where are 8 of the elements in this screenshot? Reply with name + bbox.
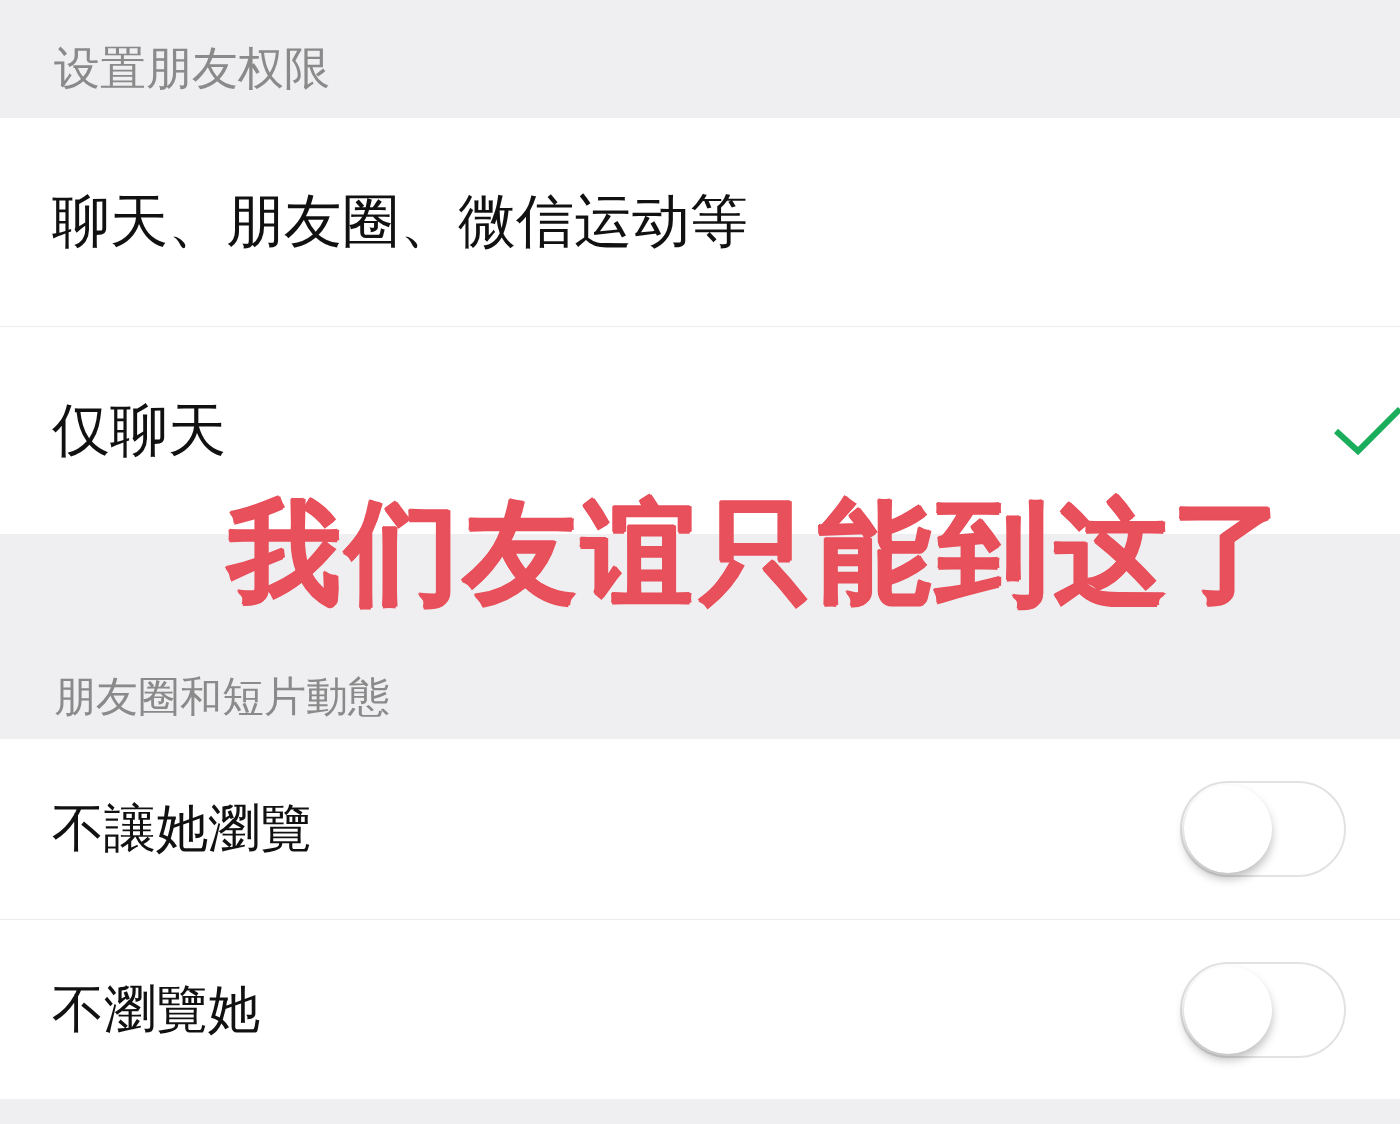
- caption-overlay: 我们友谊只能到这了: [228, 489, 1290, 617]
- option-label[interactable]: 聊天、朋友圈、微信运动等: [52, 183, 748, 261]
- option-label[interactable]: 不讓她瀏覽: [52, 794, 312, 864]
- toggle-switch[interactable]: [1180, 781, 1346, 877]
- section-header: 朋友圈和短片動態: [54, 672, 390, 722]
- option-label[interactable]: 不瀏覽她: [52, 974, 260, 1045]
- option-label[interactable]: 仅聊天: [52, 391, 226, 470]
- section-header: 设置朋友权限: [54, 41, 330, 96]
